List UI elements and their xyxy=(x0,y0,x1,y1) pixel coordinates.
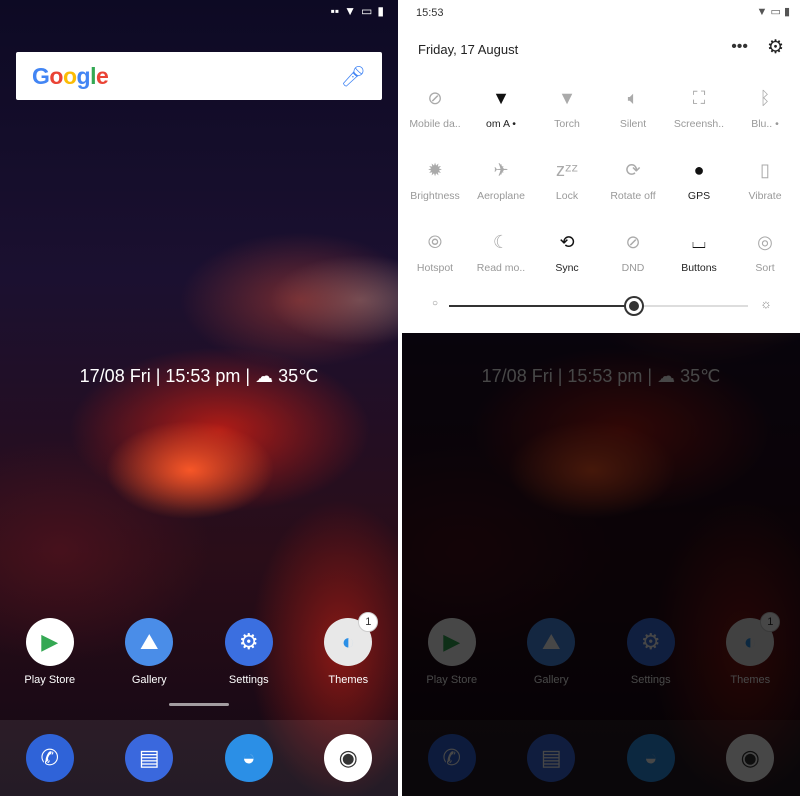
status-bar: ▪▪ ▼ ▭ ▮ xyxy=(331,4,384,18)
tile-wifi[interactable]: ▼ om A • xyxy=(468,84,534,140)
app-label: Themes xyxy=(328,674,369,686)
tile-label: Buttons xyxy=(681,262,717,274)
brightness-high-icon: ☼ xyxy=(760,296,772,311)
tile-sleep-lock[interactable]: zᶻᶻ Lock xyxy=(534,156,600,212)
tile-label: Torch xyxy=(554,118,580,130)
app-settings[interactable]: ⚙ Settings xyxy=(209,618,289,686)
mobile-data-off-icon: ⊘ xyxy=(427,88,443,108)
location-icon: ● xyxy=(693,160,705,180)
app-drawer-handle[interactable] xyxy=(169,703,229,706)
app-label: Play Store xyxy=(24,674,76,686)
google-search-bar[interactable]: Google 🎤︎ xyxy=(16,52,382,100)
tile-label: Blu.. • xyxy=(751,118,779,130)
messages-icon[interactable]: ▤ xyxy=(125,734,174,782)
tile-label: Screensh.. xyxy=(673,118,725,130)
tile-rotate[interactable]: ⟳ Rotate off xyxy=(600,156,666,212)
rotate-icon: ⟳ xyxy=(625,160,641,180)
play-store-icon: ▶ xyxy=(25,618,74,666)
vibrate-icon: ▯ xyxy=(760,160,770,180)
tile-label: Sync xyxy=(555,262,579,274)
browser-icon[interactable]: ◒ xyxy=(224,734,273,782)
app-themes[interactable]: ◐Themes1 xyxy=(308,612,388,686)
tile-brightness[interactable]: ✹ Brightness xyxy=(402,156,468,212)
tile-buttons[interactable]: ⌴ Buttons xyxy=(666,228,732,284)
tile-label: DND xyxy=(621,262,645,274)
dock: ✆ ▤ ◒ ◉ xyxy=(0,720,398,796)
notification-icon: ▪▪ xyxy=(330,4,340,18)
home-screen: ▪▪ ▼ ▭ ▮ Google 🎤︎ 17/08 Fri | 15:53 pm | ☁… xyxy=(0,0,398,796)
status-time: 15:53 xyxy=(416,7,444,19)
wifi-icon: ▼ xyxy=(492,88,510,108)
tile-label: Read mo.. xyxy=(476,262,526,274)
tile-moon[interactable]: ☾ Read mo.. xyxy=(468,228,534,284)
mic-icon[interactable]: 🎤︎ xyxy=(341,64,366,89)
sim-icon: ▭ xyxy=(361,4,373,18)
tile-hotspot[interactable]: ⦾ Hotspot xyxy=(402,228,468,284)
settings-gear-icon[interactable]: ⚙ xyxy=(767,36,784,59)
tile-location[interactable]: ● GPS xyxy=(666,156,732,212)
tile-label: Rotate off xyxy=(610,190,656,202)
tile-vibrate[interactable]: ▯ Vibrate xyxy=(732,156,798,212)
notification-badge: 1 xyxy=(358,612,379,632)
brightness-low-icon: ○ xyxy=(432,298,439,309)
slider-track[interactable] xyxy=(449,298,748,314)
app-play-store[interactable]: ▶ Play Store xyxy=(10,618,90,686)
tile-torch[interactable]: ▼ Torch xyxy=(534,84,600,140)
bluetooth-off-icon: ᛒ xyxy=(759,88,771,108)
google-logo: Google xyxy=(32,62,109,89)
tile-label: Mobile da.. xyxy=(409,118,461,130)
moon-icon: ☾ xyxy=(492,232,510,252)
aeroplane-icon: ✈ xyxy=(493,160,509,180)
tile-label: Lock xyxy=(555,190,579,202)
clock-weather-widget[interactable]: 17/08 Fri | 15:53 pm | ☁ 35℃ xyxy=(0,366,398,387)
phone-icon[interactable]: ✆ xyxy=(25,734,74,782)
screenshot-icon: ⛶ xyxy=(692,88,706,108)
brightness-icon: ✹ xyxy=(427,160,443,180)
quick-settings-panel: 15:53 ▼ ▭ ▮ Friday, 17 August ••• ⚙ ⊘ Mob… xyxy=(402,0,800,333)
tile-dnd[interactable]: ⊘ DND xyxy=(600,228,666,284)
tile-sync[interactable]: ⟲ Sync xyxy=(534,228,600,284)
app-label: Settings xyxy=(228,674,269,686)
volume-icon: 🔈︎ xyxy=(627,88,639,108)
tile-label: Silent xyxy=(619,118,647,130)
tile-screenshot[interactable]: ⛶ Screensh.. xyxy=(666,84,732,140)
dnd-icon: ⊘ xyxy=(625,232,641,252)
slider-thumb[interactable] xyxy=(626,298,643,314)
sleep-lock-icon: zᶻᶻ xyxy=(556,160,578,180)
sync-icon: ⟲ xyxy=(559,232,575,252)
battery-icon: ▮ xyxy=(377,4,384,18)
sort-icon: ◎ xyxy=(757,232,773,252)
tile-label: Aeroplane xyxy=(477,190,525,202)
tile-label: om A • xyxy=(486,118,516,130)
tile-label: Hotspot xyxy=(416,262,454,274)
status-icons: ▼ ▭ ▮ xyxy=(756,6,790,18)
tile-sort[interactable]: ◎ Sort xyxy=(732,228,798,284)
brightness-slider[interactable]: ○ ☼ xyxy=(432,296,772,314)
tile-aeroplane[interactable]: ✈ Aeroplane xyxy=(468,156,534,212)
camera-icon[interactable]: ◉ xyxy=(324,734,373,782)
tile-bluetooth-off[interactable]: ᛒ Blu.. • xyxy=(732,84,798,140)
hotspot-icon: ⦾ xyxy=(427,232,443,252)
torch-icon: ▼ xyxy=(558,88,576,108)
settings-icon: ⚙ xyxy=(224,618,273,666)
wifi-icon: ▼ xyxy=(344,4,357,18)
tile-label: Vibrate xyxy=(748,190,782,202)
buttons-icon: ⌴ xyxy=(691,232,707,252)
tile-mobile-data-off[interactable]: ⊘ Mobile da.. xyxy=(402,84,468,140)
more-options-icon[interactable]: ••• xyxy=(731,38,748,56)
app-label: Gallery xyxy=(131,674,167,686)
slider-fill xyxy=(449,305,635,307)
app-gallery[interactable]: ⛰ Gallery xyxy=(109,618,189,686)
notification-shade: 17/08 Fri | 15:53 pm | ☁ 35℃ ▶Play Store… xyxy=(402,0,800,796)
tile-volume[interactable]: 🔈︎ Silent xyxy=(600,84,666,140)
gallery-icon: ⛰ xyxy=(125,618,174,666)
tile-label: GPS xyxy=(687,190,711,202)
tile-label: Sort xyxy=(755,262,775,274)
tile-label: Brightness xyxy=(410,190,460,202)
date-label[interactable]: Friday, 17 August xyxy=(418,42,518,57)
